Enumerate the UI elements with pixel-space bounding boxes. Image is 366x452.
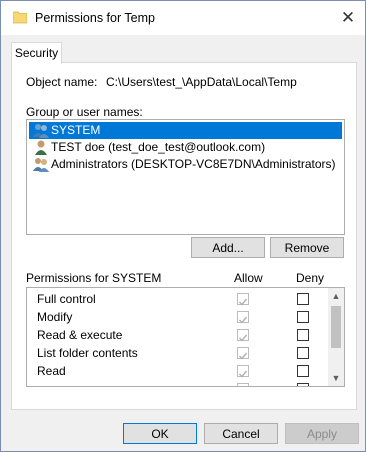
permission-name: Full control — [37, 292, 96, 306]
list-item[interactable]: Administrators (DESKTOP-VC8E7DN\Administ… — [29, 156, 342, 173]
scroll-up-icon[interactable]: ▲ — [328, 288, 344, 304]
scroll-thumb[interactable] — [331, 306, 341, 348]
security-panel: Object name: C:\Users\test_\AppData\Loca… — [11, 62, 357, 410]
deny-header: Deny — [296, 271, 325, 285]
deny-checkbox[interactable] — [297, 365, 309, 377]
window-title: Permissions for Temp — [35, 11, 155, 25]
permissions-dialog: Permissions for Temp ✕ Security Object n… — [0, 0, 366, 452]
permissions-scrollbar[interactable]: ▲ ▼ — [328, 288, 344, 386]
permission-row: Read — [27, 362, 327, 380]
object-name-value: C:\Users\test_\AppData\Local\Temp — [106, 75, 297, 89]
remove-button[interactable]: Remove — [270, 237, 344, 258]
permission-name: Read & execute — [37, 328, 123, 342]
permission-name: Read — [37, 364, 66, 378]
apply-button: Apply — [285, 423, 359, 444]
allow-checkbox — [237, 329, 249, 342]
group-names-label: Group or user names: — [26, 105, 143, 119]
ok-button[interactable]: OK — [123, 423, 197, 444]
deny-checkbox[interactable] — [297, 329, 309, 341]
tab-security[interactable]: Security — [11, 42, 62, 64]
deny-checkbox[interactable] — [297, 383, 309, 386]
permission-name: Modify — [37, 310, 73, 324]
list-item-label: TEST doe (test_doe_test@outlook.com) — [51, 140, 266, 154]
group-users-icon — [33, 124, 49, 138]
allow-checkbox — [237, 383, 249, 386]
cancel-button[interactable]: Cancel — [204, 423, 278, 444]
permission-row: Read & execute — [27, 326, 327, 344]
permission-name: List folder contents — [37, 346, 138, 360]
allow-checkbox — [237, 365, 249, 378]
deny-checkbox[interactable] — [297, 293, 309, 305]
object-name-label: Object name: — [26, 75, 98, 89]
allow-checkbox — [237, 311, 249, 324]
user-icon — [35, 140, 47, 155]
permissions-for-label: Permissions for SYSTEM — [26, 271, 162, 285]
add-button[interactable]: Add... — [191, 237, 265, 258]
permission-row: List folder contents — [27, 344, 327, 362]
permissions-list[interactable]: Full control Modify Read & execute List … — [26, 287, 345, 387]
folder-icon — [13, 11, 27, 24]
allow-checkbox — [237, 347, 249, 360]
permission-row — [27, 380, 327, 386]
allow-header: Allow — [234, 271, 263, 285]
list-item-label: Administrators (DESKTOP-VC8E7DN\Administ… — [51, 157, 336, 171]
deny-checkbox[interactable] — [297, 311, 309, 323]
close-icon[interactable]: ✕ — [337, 7, 359, 29]
scroll-down-icon[interactable]: ▼ — [328, 370, 344, 386]
permission-row: Modify — [27, 308, 327, 326]
allow-checkbox — [237, 293, 249, 306]
permission-row: Full control — [27, 290, 327, 308]
list-item[interactable]: TEST doe (test_doe_test@outlook.com) — [29, 139, 342, 156]
list-item-label: SYSTEM — [51, 123, 101, 137]
deny-checkbox[interactable] — [297, 347, 309, 359]
user-list[interactable]: SYSTEM TEST doe (test_doe_test@outlook.c… — [26, 119, 345, 235]
group-users-icon — [33, 158, 49, 172]
list-item[interactable]: SYSTEM — [29, 122, 342, 139]
title-bar: Permissions for Temp ✕ — [1, 1, 365, 35]
